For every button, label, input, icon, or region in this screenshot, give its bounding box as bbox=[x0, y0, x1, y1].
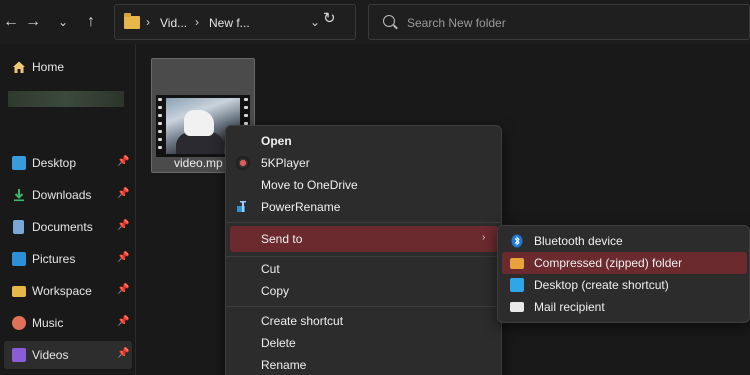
submenu-item-label: Desktop (create shortcut) bbox=[534, 278, 669, 292]
breadcrumb-videos[interactable]: Vid... bbox=[160, 16, 187, 30]
sidebar-item-label: Downloads bbox=[32, 188, 92, 202]
refresh-button[interactable]: ↻ bbox=[323, 9, 336, 27]
up-button[interactable]: ↑ bbox=[82, 10, 100, 34]
pictures-icon bbox=[12, 252, 26, 266]
recent-locations-button[interactable]: ⌄ bbox=[54, 10, 72, 34]
sidebar-item-documents[interactable]: Documents 📌 bbox=[4, 213, 132, 241]
arrow-left-icon: ← bbox=[3, 13, 19, 30]
arrow-up-icon: ↑ bbox=[87, 13, 95, 30]
breadcrumb-new-folder[interactable]: New f... bbox=[209, 16, 250, 30]
menu-item-5kplayer[interactable]: 5KPlayer bbox=[230, 152, 498, 174]
breadcrumb-expand[interactable]: ⌄ bbox=[310, 15, 320, 29]
refresh-icon: ↻ bbox=[323, 10, 336, 27]
submenu-item-label: Bluetooth device bbox=[534, 234, 623, 248]
chevron-right-icon: › bbox=[482, 232, 486, 243]
submenu-item-label: Compressed (zipped) folder bbox=[534, 256, 683, 270]
home-icon bbox=[12, 60, 26, 74]
sidebar-item-workspace[interactable]: Workspace 📌 bbox=[4, 277, 132, 305]
sidebar-item-label: Music bbox=[32, 316, 64, 330]
menu-item-powerrename[interactable]: PowerRename bbox=[230, 196, 498, 218]
sidebar-item-music[interactable]: Music 📌 bbox=[4, 309, 132, 337]
sidebar-item-label: Desktop bbox=[32, 156, 77, 170]
search-input[interactable] bbox=[407, 14, 707, 32]
sidebar-item-label: Workspace bbox=[32, 284, 92, 298]
submenu-item-mail-recipient[interactable]: Mail recipient bbox=[502, 296, 747, 318]
film-strip bbox=[156, 95, 164, 157]
videos-icon bbox=[12, 348, 26, 362]
toolbar: ← → ⌄ ↑ › Vid... › New f... ⌄ ↻ bbox=[0, 0, 750, 44]
breadcrumb-separator: › bbox=[146, 15, 150, 29]
menu-item-label: Rename bbox=[261, 358, 307, 372]
pin-icon: 📌 bbox=[117, 284, 130, 295]
menu-separator bbox=[226, 256, 501, 257]
pin-icon: 📌 bbox=[117, 156, 130, 167]
address-bar[interactable]: › Vid... › New f... ⌄ bbox=[114, 4, 356, 40]
5kplayer-icon bbox=[236, 156, 250, 170]
bluetooth-icon bbox=[510, 234, 524, 248]
sidebar-item-pictures[interactable]: Pictures 📌 bbox=[4, 245, 132, 273]
mail-icon bbox=[510, 302, 524, 312]
menu-item-label: Delete bbox=[261, 336, 296, 350]
music-icon bbox=[12, 316, 26, 330]
pin-icon: 📌 bbox=[117, 316, 130, 327]
redacted-item bbox=[8, 91, 124, 107]
menu-separator bbox=[226, 306, 501, 307]
sidebar-item-home[interactable]: Home bbox=[4, 53, 132, 81]
menu-item-move-to-onedrive[interactable]: Move to OneDrive bbox=[230, 174, 498, 196]
pin-icon: 📌 bbox=[117, 188, 130, 199]
pin-icon: 📌 bbox=[117, 220, 130, 231]
submenu-item-desktop-shortcut[interactable]: Desktop (create shortcut) bbox=[502, 274, 747, 296]
sidebar-item-label: Videos bbox=[32, 348, 69, 362]
folder-icon bbox=[12, 286, 26, 297]
menu-item-send-to[interactable]: Send to › bbox=[230, 226, 498, 252]
search-icon bbox=[383, 15, 395, 27]
menu-item-label: Copy bbox=[261, 284, 290, 298]
search-box[interactable] bbox=[368, 4, 750, 40]
context-menu: Open 5KPlayer Move to OneDrive PowerRena… bbox=[225, 125, 502, 375]
desktop-icon bbox=[12, 156, 26, 170]
sidebar-item-desktop[interactable]: Desktop 📌 bbox=[4, 149, 132, 177]
menu-item-open[interactable]: Open bbox=[230, 130, 498, 152]
menu-item-label: Open bbox=[261, 134, 292, 148]
navigation-pane: Home Desktop 📌 Downloads 📌 Documents 📌 P… bbox=[0, 44, 136, 375]
menu-item-label: Cut bbox=[261, 262, 280, 276]
pin-icon: 📌 bbox=[117, 252, 130, 263]
arrow-right-icon: → bbox=[25, 13, 41, 30]
pin-icon: 📌 bbox=[117, 348, 130, 359]
menu-item-label: Move to OneDrive bbox=[261, 178, 358, 192]
submenu-item-bluetooth[interactable]: Bluetooth device bbox=[502, 230, 747, 252]
download-icon bbox=[12, 188, 26, 202]
menu-item-delete[interactable]: Delete bbox=[230, 332, 498, 354]
menu-item-label: PowerRename bbox=[261, 200, 341, 214]
breadcrumb-separator: › bbox=[195, 15, 199, 29]
file-name: video.mp bbox=[174, 156, 223, 170]
desktop-icon bbox=[510, 278, 524, 292]
menu-separator bbox=[226, 222, 501, 223]
menu-item-label: Create shortcut bbox=[261, 314, 344, 328]
chevron-down-icon: ⌄ bbox=[57, 15, 69, 29]
folder-icon bbox=[124, 13, 140, 29]
sidebar-item-label: Documents bbox=[32, 220, 93, 234]
forward-button[interactable]: → bbox=[24, 10, 42, 34]
submenu-item-label: Mail recipient bbox=[534, 300, 605, 314]
menu-item-label: 5KPlayer bbox=[261, 156, 310, 170]
sidebar-item-label: Home bbox=[32, 60, 65, 74]
zip-folder-icon bbox=[510, 258, 524, 269]
submenu-item-compressed-folder[interactable]: Compressed (zipped) folder bbox=[502, 252, 747, 274]
sidebar-item-downloads[interactable]: Downloads 📌 bbox=[4, 181, 132, 209]
document-icon bbox=[13, 220, 24, 234]
menu-item-cut[interactable]: Cut bbox=[230, 258, 498, 280]
menu-item-rename[interactable]: Rename bbox=[230, 354, 498, 375]
sidebar-item-label: Pictures bbox=[32, 252, 76, 266]
send-to-submenu: Bluetooth device Compressed (zipped) fol… bbox=[497, 225, 750, 323]
menu-item-copy[interactable]: Copy bbox=[230, 280, 498, 302]
back-button[interactable]: ← bbox=[3, 10, 19, 34]
menu-item-label: Send to bbox=[261, 232, 303, 246]
menu-item-create-shortcut[interactable]: Create shortcut bbox=[230, 310, 498, 332]
sidebar-item-videos[interactable]: Videos 📌 bbox=[4, 341, 132, 369]
powerrename-icon bbox=[236, 200, 250, 214]
